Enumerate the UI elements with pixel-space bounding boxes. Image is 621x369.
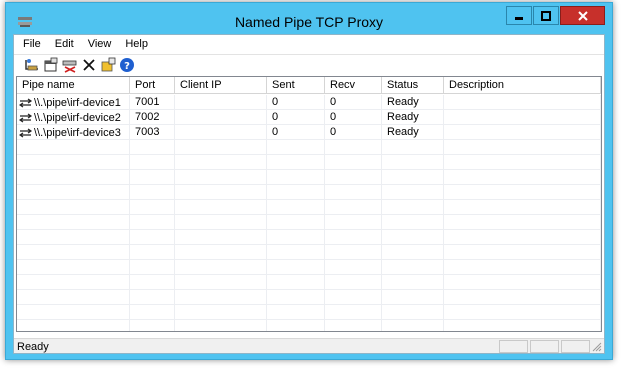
minimize-icon [515,16,523,20]
add-pipe-icon [25,59,38,71]
empty-row [17,260,601,275]
recv-cell: 0 [325,95,382,110]
pipe-name-cell: \\.\pipe\irf-device1 [17,95,130,110]
port-cell: 7003 [130,125,175,140]
table-row[interactable]: \\.\pipe\irf-device1 7001 0 0 Ready [17,95,601,110]
status-pane [499,340,528,353]
empty-row [17,140,601,155]
disconnect-icon [62,60,77,73]
settings-icon [101,57,116,72]
recv-cell: 0 [325,110,382,125]
disconnect-button[interactable] [61,56,79,74]
empty-row [17,170,601,185]
pipe-icon [19,113,33,123]
settings-button[interactable] [99,56,117,74]
empty-row [17,230,601,245]
pipe-name-cell: \\.\pipe\irf-device3 [17,125,130,140]
pipe-name: \\.\pipe\irf-device1 [34,97,121,109]
pipe-name: \\.\pipe\irf-device2 [34,112,121,124]
client-ip-cell [175,125,267,140]
svg-text:?: ? [124,61,130,72]
menu-view[interactable]: View [81,35,119,53]
menu-edit[interactable]: Edit [48,35,81,53]
empty-row [17,290,601,305]
recv-cell: 0 [325,125,382,140]
pipe-name-cell: \\.\pipe\irf-device2 [17,110,130,125]
caption-buttons [505,6,605,25]
close-icon [577,10,588,21]
column-pipe-name[interactable]: Pipe name [17,77,130,94]
client-ip-cell [175,95,267,110]
delete-button[interactable] [80,56,98,74]
table-row[interactable]: \\.\pipe\irf-device3 7003 0 0 Ready [17,125,601,140]
resize-grip-icon[interactable] [591,341,602,352]
main-window: Named Pipe TCP Proxy File Edit View Help [5,2,613,360]
empty-row [17,185,601,200]
pipe-icon [19,98,33,108]
empty-row [17,275,601,290]
description-cell [444,95,601,110]
column-sent[interactable]: Sent [267,77,325,94]
empty-row [17,245,601,260]
client-area: File Edit View Help ? Pipe name Port Cli… [13,34,605,354]
status-pane [530,340,559,353]
column-port[interactable]: Port [130,77,175,94]
help-button[interactable]: ? [118,56,136,74]
menu-bar: File Edit View Help [14,35,604,53]
description-cell [444,125,601,140]
properties-button[interactable] [42,56,60,74]
column-client-ip[interactable]: Client IP [175,77,267,94]
status-bar: Ready [14,338,604,353]
empty-row [17,155,601,170]
menu-file[interactable]: File [14,35,48,53]
toolbar: ? [14,54,604,75]
empty-row [17,305,601,320]
minimize-button[interactable] [506,6,532,25]
add-pipe-button[interactable] [23,56,41,74]
maximize-button[interactable] [533,6,559,25]
sent-cell: 0 [267,125,325,140]
client-ip-cell [175,110,267,125]
status-text: Ready [17,341,49,353]
pipe-list[interactable]: Pipe name Port Client IP Sent Recv Statu… [16,76,602,332]
status-panes [497,340,590,353]
empty-row [17,320,601,331]
column-status[interactable]: Status [382,77,444,94]
status-cell: Ready [382,125,444,140]
port-cell: 7001 [130,95,175,110]
list-body: \\.\pipe\irf-device1 7001 0 0 Ready \\.\… [17,95,601,331]
sent-cell: 0 [267,95,325,110]
delete-icon [83,59,95,71]
column-recv[interactable]: Recv [325,77,382,94]
properties-icon [44,57,58,72]
status-cell: Ready [382,110,444,125]
table-row[interactable]: \\.\pipe\irf-device2 7002 0 0 Ready [17,110,601,125]
pipe-name: \\.\pipe\irf-device3 [34,127,121,139]
port-cell: 7002 [130,110,175,125]
empty-row [17,215,601,230]
pipe-icon [19,128,33,138]
close-button[interactable] [560,6,605,25]
menu-help[interactable]: Help [118,35,155,53]
column-description[interactable]: Description [444,77,601,94]
empty-row [17,200,601,215]
help-icon: ? [120,58,134,72]
sent-cell: 0 [267,110,325,125]
maximize-icon [541,10,551,21]
status-cell: Ready [382,95,444,110]
status-pane [561,340,590,353]
list-header: Pipe name Port Client IP Sent Recv Statu… [17,77,601,94]
description-cell [444,110,601,125]
